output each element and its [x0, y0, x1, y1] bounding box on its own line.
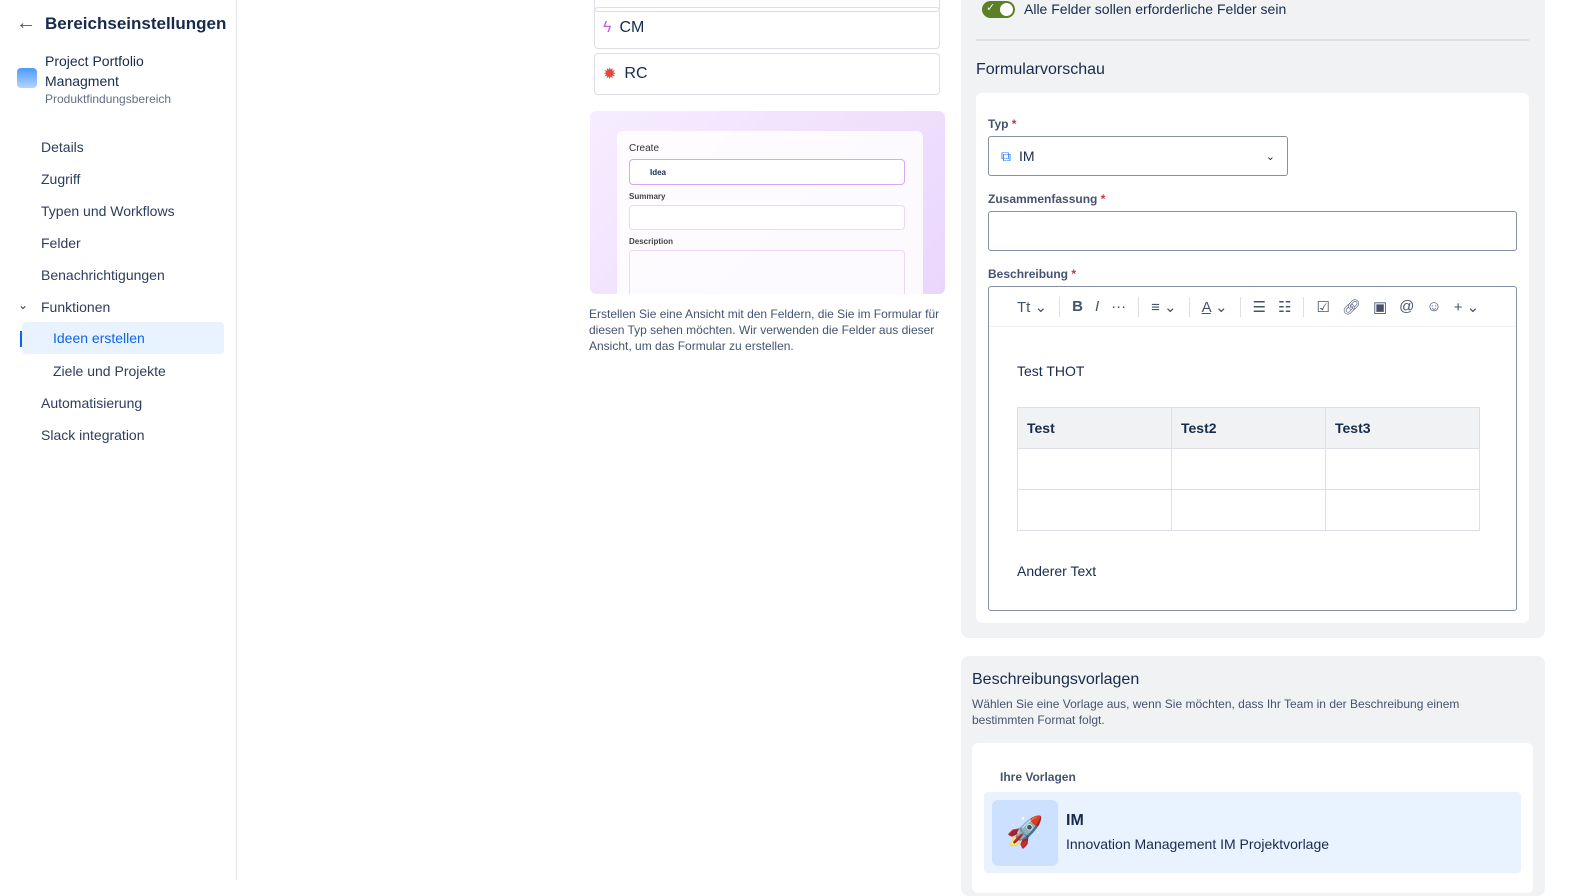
rocket-icon: 🚀	[992, 800, 1058, 866]
emoji-icon[interactable]: ☺	[1426, 298, 1441, 315]
templates-title: Beschreibungsvorlagen	[972, 671, 1140, 688]
text-color-button[interactable]: A ⌄	[1202, 298, 1228, 316]
mention-icon[interactable]: @	[1399, 298, 1414, 315]
project-name-line2: Managment	[45, 73, 119, 89]
type-label: RC	[624, 65, 648, 82]
project-avatar-icon	[17, 68, 37, 88]
sidebar-item-automatisierung[interactable]: Automatisierung	[41, 395, 142, 411]
align-button[interactable]: ≡ ⌄	[1151, 298, 1177, 316]
sidebar-item-funktionen[interactable]: Funktionen	[41, 299, 110, 315]
lightning-icon: ϟ	[603, 19, 612, 36]
sidebar-item-felder[interactable]: Felder	[41, 235, 81, 251]
sidebar-item-slack[interactable]: Slack integration	[41, 427, 145, 443]
template-title: IM	[1066, 812, 1084, 829]
type-label: CM	[619, 19, 645, 36]
page-title: Bereichseinstellungen	[45, 14, 227, 33]
sidebar-item-typen[interactable]: Typen und Workflows	[41, 203, 175, 219]
project-type: Produktfindungsbereich	[45, 92, 172, 106]
content-text: Test THOT	[1017, 363, 1085, 379]
insert-button[interactable]: + ⌄	[1454, 298, 1480, 316]
illustration-select: Idea	[629, 159, 905, 185]
table-header: Test3	[1325, 407, 1480, 449]
sidebar-item-zugriff[interactable]: Zugriff	[41, 171, 80, 187]
table-header: Test2	[1171, 407, 1326, 449]
bullet-list-icon[interactable]: ☰	[1253, 298, 1266, 316]
bold-button[interactable]: B	[1072, 298, 1083, 315]
sidebar-item-benachrichtigungen[interactable]: Benachrichtigungen	[41, 267, 165, 283]
checkbox-icon[interactable]: ☑	[1316, 298, 1329, 316]
text-style-button[interactable]: Tt ⌄	[1017, 298, 1047, 316]
typ-value: IM	[1019, 148, 1035, 164]
illustration-description: Description	[629, 237, 674, 246]
template-item[interactable]: 🚀 IM Innovation Management IM Projektvor…	[984, 792, 1521, 873]
table-cell	[1017, 448, 1172, 490]
preview-title: Formularvorschau	[976, 61, 1105, 78]
summary-label: Zusammenfassung *	[988, 192, 1106, 206]
toggle-label: Alle Felder sollen erforderliche Felder …	[1024, 1, 1287, 17]
sidebar-item-ideen-erstellen[interactable]: Ideen erstellen	[22, 322, 224, 354]
required-toggle[interactable]: ✓	[982, 1, 1015, 18]
divider	[976, 39, 1529, 41]
table-cell	[1325, 489, 1480, 531]
table-cell	[1017, 489, 1172, 531]
image-icon[interactable]: ▣	[1373, 298, 1387, 316]
numbered-list-icon[interactable]: ☷	[1278, 298, 1291, 316]
sidebar-item-ziele[interactable]: Ziele und Projekte	[53, 363, 166, 379]
sidebar: ← Bereichseinstellungen Project Portfoli…	[0, 0, 237, 880]
illustration: Create Idea Summary Description	[590, 111, 945, 294]
sidebar-item-details[interactable]: Details	[41, 139, 84, 155]
templates-section: Ihre Vorlagen	[1000, 770, 1076, 784]
link-icon[interactable]: 🔗︎	[1342, 298, 1361, 316]
back-arrow-icon[interactable]: ←	[16, 12, 36, 35]
table-cell	[1325, 448, 1480, 490]
chevron-down-icon: ⌄	[1265, 150, 1275, 163]
typ-label: Typ *	[988, 117, 1017, 131]
type-item-rc[interactable]: ✹ RC	[594, 53, 940, 95]
illustration-create: Create	[629, 143, 660, 154]
content-table: Test Test2 Test3	[1017, 407, 1480, 531]
summary-input[interactable]	[988, 211, 1517, 251]
table-cell	[1171, 489, 1326, 531]
type-item-cm[interactable]: ϟ CM	[594, 7, 940, 49]
more-button[interactable]: ···	[1111, 298, 1126, 315]
italic-button[interactable]: I	[1095, 298, 1099, 315]
table-header: Test	[1017, 407, 1172, 449]
chevron-down-icon[interactable]: ⌄	[18, 298, 28, 312]
project-name: Project Portfolio	[45, 53, 144, 69]
template-desc: Innovation Management IM Projektvorlage	[1066, 836, 1330, 852]
type-icon: ⧉	[1001, 147, 1011, 164]
bug-icon: ✹	[603, 66, 617, 83]
description-label: Beschreibung *	[988, 267, 1077, 281]
templates-desc: Wählen Sie eine Vorlage aus, wenn Sie mö…	[972, 697, 1460, 727]
table-cell	[1171, 448, 1326, 490]
typ-select[interactable]: ⧉ IM ⌄	[988, 136, 1288, 176]
editor-toolbar: Tt ⌄ B I ··· ≡ ⌄ A ⌄ ☰ ☷ ☑ 🔗︎ ▣ @ ☺ + ⌄	[989, 287, 1516, 327]
help-text: Erstellen Sie eine Ansicht mit den Felde…	[589, 307, 940, 353]
illustration-summary: Summary	[629, 192, 666, 201]
after-text: Anderer Text	[1017, 563, 1097, 579]
